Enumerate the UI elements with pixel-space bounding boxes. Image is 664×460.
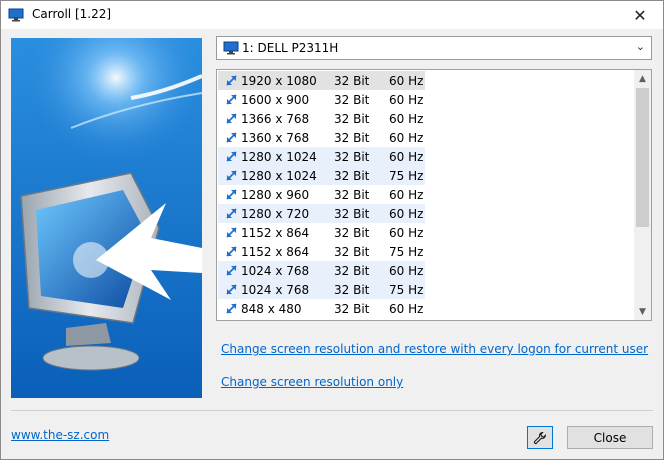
resize-arrow-icon <box>226 170 237 181</box>
resolution-row[interactable]: 1280 x 960 32 Bit 60 Hz <box>218 185 425 204</box>
resolution-rows: 1920 x 1080 32 Bit 60 Hz 1600 x 900 32 Bit 60… <box>218 71 425 318</box>
resize-arrow-icon <box>226 113 237 124</box>
window-title: Carroll [1.22] <box>32 7 112 21</box>
resolution-list[interactable]: 1920 x 1080 32 Bit 60 Hz 1600 x 900 32 Bit 60… <box>216 69 652 321</box>
resolution-value: 1280 x 1024 <box>241 169 317 183</box>
resolution-row[interactable]: 1920 x 1080 32 Bit 60 Hz <box>218 71 425 90</box>
refresh-rate-value: 60 Hz <box>389 264 424 278</box>
refresh-rate-value: 60 Hz <box>389 93 424 107</box>
refresh-rate-value: 75 Hz <box>389 169 424 183</box>
resolution-value: 1152 x 864 <box>241 245 310 259</box>
color-depth-value: 32 Bit <box>334 264 370 278</box>
refresh-rate-value: 60 Hz <box>389 207 424 221</box>
resolution-row[interactable]: 1360 x 768 32 Bit 60 Hz <box>218 128 425 147</box>
resolution-value: 1152 x 864 <box>241 226 310 240</box>
resolution-row[interactable]: 1152 x 864 32 Bit 60 Hz <box>218 223 425 242</box>
resolution-row[interactable]: 1024 x 768 32 Bit 75 Hz <box>218 280 425 299</box>
resolution-value: 1280 x 960 <box>241 188 310 202</box>
color-depth-value: 32 Bit <box>334 302 370 316</box>
monitor-select-value: 1: DELL P2311H <box>242 41 339 55</box>
resolution-row[interactable]: 1152 x 864 32 Bit 75 Hz <box>218 242 425 261</box>
resolution-value: 848 x 480 <box>241 302 302 316</box>
refresh-rate-value: 75 Hz <box>389 283 424 297</box>
color-depth-value: 32 Bit <box>334 226 370 240</box>
resolution-row[interactable]: 1280 x 1024 32 Bit 60 Hz <box>218 147 425 166</box>
scroll-down-icon[interactable]: ▼ <box>634 303 651 320</box>
wrench-icon <box>533 431 546 444</box>
resolution-row[interactable]: 1280 x 720 32 Bit 60 Hz <box>218 204 425 223</box>
refresh-rate-value: 60 Hz <box>389 112 424 126</box>
title-bar: Carroll [1.22] ✕ <box>1 1 663 29</box>
resize-arrow-icon <box>226 94 237 105</box>
resolution-value: 1024 x 768 <box>241 264 310 278</box>
resolution-value: 1600 x 900 <box>241 93 310 107</box>
resize-arrow-icon <box>226 75 237 86</box>
resolution-value: 1920 x 1080 <box>241 74 317 88</box>
resize-arrow-icon <box>226 227 237 238</box>
scroll-thumb[interactable] <box>636 88 649 227</box>
resize-arrow-icon <box>226 189 237 200</box>
refresh-rate-value: 60 Hz <box>389 74 424 88</box>
resize-arrow-icon <box>226 151 237 162</box>
color-depth-value: 32 Bit <box>334 283 370 297</box>
close-window-icon[interactable]: ✕ <box>617 1 663 29</box>
resize-arrow-icon <box>226 208 237 219</box>
chevron-down-icon[interactable]: ⌄ <box>636 40 645 53</box>
refresh-rate-value: 60 Hz <box>389 188 424 202</box>
close-button[interactable]: Close <box>567 426 653 449</box>
color-depth-value: 32 Bit <box>334 245 370 259</box>
app-window: Carroll [1.22] ✕ 1: DELL P2311H ⌄ 1920 x… <box>0 0 664 460</box>
color-depth-value: 32 Bit <box>334 207 370 221</box>
resize-arrow-icon <box>226 132 237 143</box>
resolution-value: 1024 x 768 <box>241 283 310 297</box>
refresh-rate-value: 75 Hz <box>389 245 424 259</box>
resize-arrow-icon <box>226 284 237 295</box>
website-link[interactable]: www.the-sz.com <box>11 428 109 442</box>
resolution-row[interactable]: 1280 x 1024 32 Bit 75 Hz <box>218 166 425 185</box>
resolution-row[interactable]: 1366 x 768 32 Bit 60 Hz <box>218 109 425 128</box>
vertical-scrollbar[interactable]: ▲ ▼ <box>634 70 651 320</box>
scroll-up-icon[interactable]: ▲ <box>634 70 651 87</box>
color-depth-value: 32 Bit <box>334 74 370 88</box>
change-resolution-only-link[interactable]: Change screen resolution only <box>221 375 403 389</box>
resize-arrow-icon <box>226 246 237 257</box>
monitor-select[interactable]: 1: DELL P2311H ⌄ <box>216 36 652 60</box>
resize-arrow-icon <box>226 265 237 276</box>
refresh-rate-value: 60 Hz <box>389 302 424 316</box>
monitor-icon <box>8 8 24 22</box>
color-depth-value: 32 Bit <box>334 131 370 145</box>
resolution-row[interactable]: 848 x 480 32 Bit 60 Hz <box>218 299 425 318</box>
color-depth-value: 32 Bit <box>334 169 370 183</box>
resolution-value: 1366 x 768 <box>241 112 310 126</box>
resolution-row[interactable]: 1024 x 768 32 Bit 60 Hz <box>218 261 425 280</box>
monitor-icon <box>223 41 239 55</box>
refresh-rate-value: 60 Hz <box>389 150 424 164</box>
color-depth-value: 32 Bit <box>334 188 370 202</box>
monitor-banner-image <box>11 38 202 398</box>
resolution-value: 1280 x 720 <box>241 207 310 221</box>
divider <box>11 410 653 411</box>
color-depth-value: 32 Bit <box>334 93 370 107</box>
refresh-rate-value: 60 Hz <box>389 131 424 145</box>
resolution-row[interactable]: 1600 x 900 32 Bit 60 Hz <box>218 90 425 109</box>
color-depth-value: 32 Bit <box>334 150 370 164</box>
resolution-value: 1280 x 1024 <box>241 150 317 164</box>
resize-arrow-icon <box>226 303 237 314</box>
color-depth-value: 32 Bit <box>334 112 370 126</box>
change-resolution-restore-link[interactable]: Change screen resolution and restore wit… <box>221 342 648 356</box>
refresh-rate-value: 60 Hz <box>389 226 424 240</box>
resolution-value: 1360 x 768 <box>241 131 310 145</box>
settings-button[interactable] <box>527 426 553 449</box>
